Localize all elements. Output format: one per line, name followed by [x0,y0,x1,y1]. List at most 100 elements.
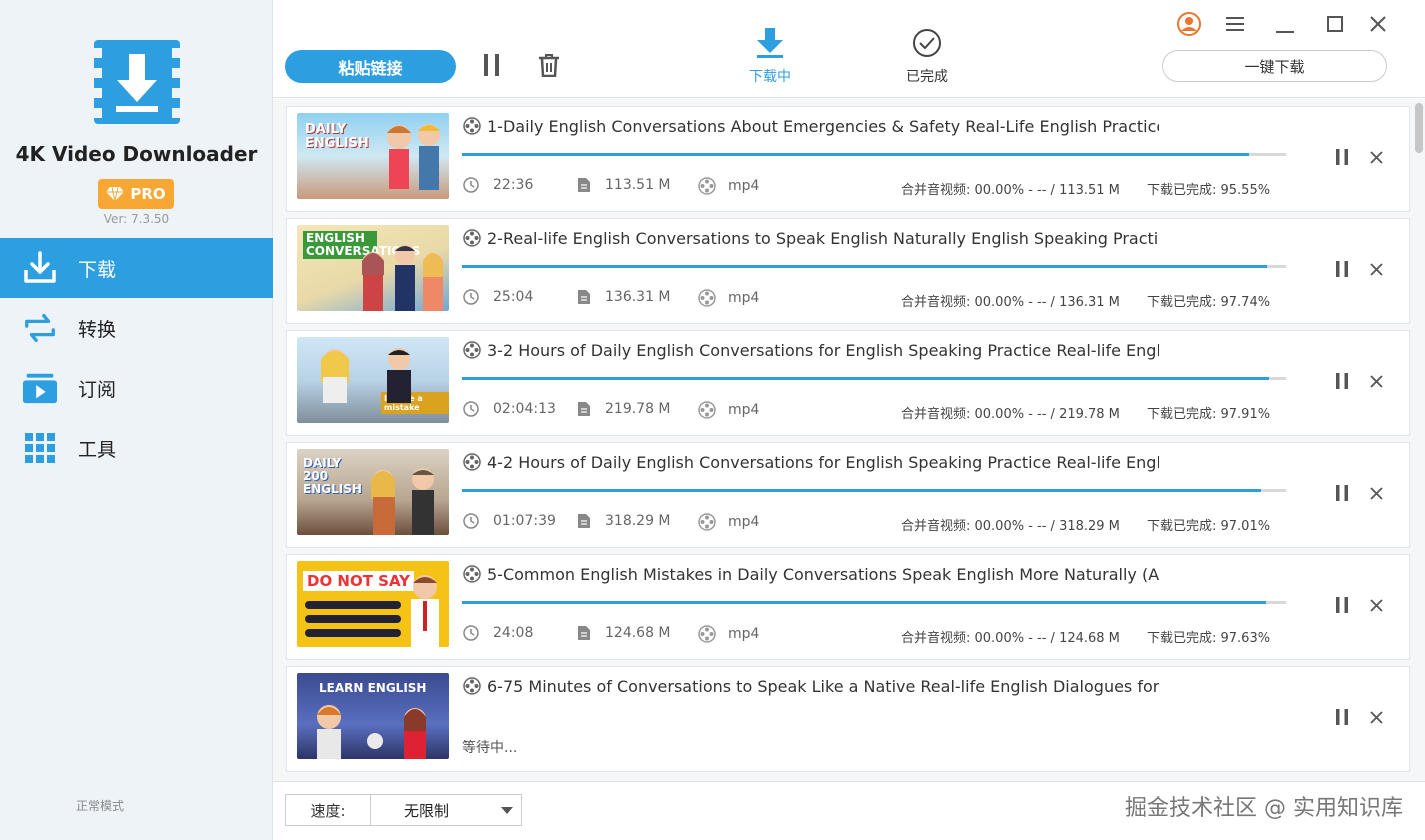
file-size-value: 318.29 M [605,513,671,529]
remove-icon[interactable] [1366,371,1386,391]
download-complete-status: 下载已完成: 97.74% [1147,295,1271,310]
download-complete-status: 下载已完成: 97.91% [1147,407,1271,422]
format: mp4 [698,625,759,643]
paste-link-button[interactable]: 粘贴链接 [285,50,456,83]
format-value: mp4 [728,178,760,194]
file-icon [578,626,590,640]
file-size: 219.78 M [577,401,671,417]
diamond-icon [106,187,125,201]
film-reel-icon [463,565,481,583]
convert-icon [22,310,58,346]
pause-icon[interactable] [1332,483,1352,503]
film-reel-icon [463,677,481,695]
maximize-icon[interactable] [1321,10,1349,38]
sidebar-item-convert[interactable]: 转换 [0,298,273,358]
pause-icon[interactable] [1332,147,1352,167]
merge-status: 合并音视频: 00.00% - -- / 219.78 M [901,407,1120,422]
format: mp4 [698,177,759,195]
speed-dropdown[interactable]: 无限制 [371,795,521,825]
file-icon [578,514,590,528]
file-size-value: 124.68 M [605,625,671,641]
film-reel-icon [698,289,716,307]
duration-value: 24:08 [493,625,534,641]
sidebar-item-download[interactable]: 下载 [0,238,273,298]
thumb-text: LEARN ENGLISH [319,681,427,695]
tab-downloading-label: 下载中 [749,69,791,85]
sidebar-item-tools[interactable]: 工具 [0,418,273,478]
minimize-icon[interactable] [1271,10,1299,38]
pause-all-icon[interactable] [481,53,503,77]
film-reel-icon [698,513,716,531]
progress-bar [462,265,1286,268]
video-thumbnail: LEARN ENGLISH [297,673,449,759]
scrollbar-thumb[interactable] [1415,103,1423,153]
speed-label: 速度: [286,795,371,825]
duration-value: 01:07:39 [493,513,556,529]
film-reel-icon [698,625,716,643]
file-size-value: 113.51 M [605,177,671,193]
video-title: 5-Common English Mistakes in Daily Conve… [487,565,1159,584]
downloading-arrow-icon [757,28,783,58]
remove-icon[interactable] [1366,147,1386,167]
format-value: mp4 [728,626,760,642]
video-thumbnail: I made a mistake [297,337,449,423]
sidebar-item-label: 订阅 [78,378,117,401]
progress-bar-fill [462,153,1250,156]
film-reel-icon [463,229,481,247]
remove-icon[interactable] [1366,707,1386,727]
thumb-text: DAILY ENGLISH [305,122,369,151]
download-item[interactable]: LEARN ENGLISH 6-75 Minutes of Conversati… [286,666,1410,772]
clock-icon [463,625,479,641]
remove-icon[interactable] [1366,259,1386,279]
film-reel-icon [698,177,716,195]
watermark: 掘金技术社区 @ 实用知识库 [1125,796,1403,821]
duration: 25:04 [463,289,533,305]
progress-bar [462,377,1286,380]
video-thumbnail: DAILY ENGLISH [297,113,449,199]
sidebar: 4K Video Downloader PRO Ver: 7.3.50 下载 转… [0,0,273,840]
sidebar-item-label: 下载 [78,258,117,281]
download-complete-status: 下载已完成: 97.63% [1147,631,1271,646]
pause-icon[interactable] [1332,259,1352,279]
account-icon[interactable] [1175,10,1203,38]
duration: 22:36 [463,177,533,193]
download-item[interactable]: DAILY 200 ENGLISH 4-2 Hours of Daily Eng… [286,442,1410,548]
pro-label: PRO [130,185,166,203]
subscribe-icon [22,370,58,406]
remove-icon[interactable] [1366,595,1386,615]
progress-bar [462,153,1286,156]
pause-icon[interactable] [1332,595,1352,615]
clock-icon [463,177,479,193]
film-reel-icon [463,453,481,471]
format-value: mp4 [728,402,760,418]
film-reel-icon [463,117,481,135]
download-item[interactable]: ENGLISH CONVERSATIONS 2-Real-life Englis… [286,218,1410,324]
download-item[interactable]: I made a mistake 3-2 Hours of Daily Engl… [286,330,1410,436]
toolbar: 粘贴链接 下载中 已完成 一键下载 [273,0,1425,98]
download-icon [22,250,58,286]
duration-value: 02:04:13 [493,401,556,417]
download-item[interactable]: DAILY ENGLISH 1-Daily English Conversati… [286,106,1410,212]
tools-grid-icon [22,430,58,466]
pause-icon[interactable] [1332,371,1352,391]
tab-completed[interactable]: 已完成 [882,28,972,86]
app-logo-icon [94,40,180,124]
menu-icon[interactable] [1221,10,1249,38]
clock-icon [463,289,479,305]
tab-downloading[interactable]: 下载中 [725,28,815,86]
file-size: 318.29 M [577,513,671,529]
trash-icon[interactable] [537,52,561,78]
sidebar-item-subscribe[interactable]: 订阅 [0,358,273,418]
chevron-down-icon [501,807,513,814]
pro-badge[interactable]: PRO [98,179,174,209]
download-item[interactable]: DO NOT SAY 5-Common English Mistakes in … [286,554,1410,660]
one-click-download-button[interactable]: 一键下载 [1162,50,1387,82]
speed-limit-select[interactable]: 速度: 无限制 [285,794,522,826]
pause-icon[interactable] [1332,707,1352,727]
duration-value: 22:36 [493,177,534,193]
file-size: 124.68 M [577,625,671,641]
check-circle-icon [913,29,941,57]
remove-icon[interactable] [1366,483,1386,503]
mode-label: 正常模式 [75,799,124,813]
close-window-icon[interactable] [1364,10,1392,38]
